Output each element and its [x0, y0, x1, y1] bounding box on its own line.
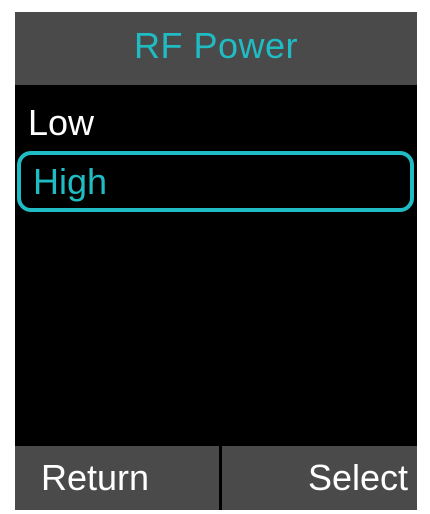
option-label: Low [28, 102, 95, 143]
title-bar: RF Power [15, 12, 417, 88]
page-title: RF Power [133, 24, 299, 66]
return-button[interactable]: Return [15, 446, 219, 510]
device-screen: RF Power Low High Return Select [15, 12, 417, 510]
select-button[interactable]: Select [222, 446, 417, 510]
option-high-selected[interactable]: High [17, 151, 414, 212]
option-label: High [33, 160, 108, 202]
option-list: Low High [15, 88, 417, 446]
softkey-bar: Return Select [15, 446, 417, 510]
option-low[interactable]: Low [15, 94, 417, 152]
